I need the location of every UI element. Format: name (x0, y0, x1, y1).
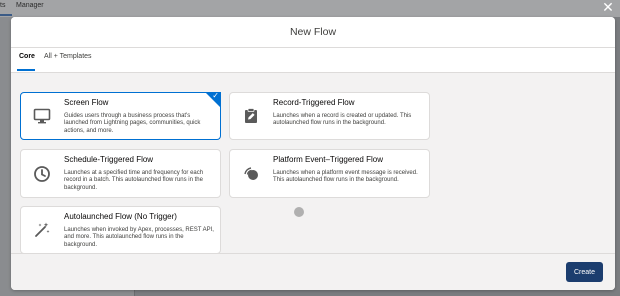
flow-card-title: Record-Triggered Flow (273, 98, 355, 107)
tab-all-templates[interactable]: All + Templates (44, 53, 92, 60)
flow-card-description: Guides users through a business process … (64, 113, 201, 134)
flow-card-autolaunched-flow[interactable]: Autolaunched Flow (No Trigger) Launches … (20, 206, 221, 254)
flow-card-description: Launches when a record is created or upd… (273, 113, 412, 127)
flow-card-platform-event-triggered-flow[interactable]: Platform Event–Triggered Flow Launches w… (229, 149, 430, 198)
cursor-indicator (294, 207, 304, 217)
flow-card-description: Launches when invoked by Apex, processes… (64, 227, 214, 248)
broadcast-icon (244, 167, 258, 180)
create-button[interactable]: Create (566, 262, 603, 282)
background-tab-manager: Manager (16, 2, 44, 9)
flow-card-screen-flow[interactable]: Screen Flow Guides users through a busin… (20, 91, 221, 140)
clock-icon (34, 166, 50, 182)
flow-card-description: Launches when a platform event message i… (273, 170, 418, 184)
flow-card-record-triggered-flow[interactable]: Record-Triggered Flow Launches when a re… (229, 92, 430, 140)
modal-title: New Flow (289, 26, 337, 38)
background-app-header: ts Manager (0, 0, 620, 17)
flow-type-grid: Screen Flow Guides users through a busin… (11, 73, 615, 254)
flow-card-title: Platform Event–Triggered Flow (273, 155, 383, 164)
flow-card-schedule-triggered-flow[interactable]: Schedule-Triggered Flow Launches at a sp… (20, 149, 221, 198)
tab-core[interactable]: Core (19, 53, 35, 60)
flow-card-title: Screen Flow (64, 98, 109, 107)
magic-wand-icon (35, 222, 50, 237)
flow-card-description: Launches at a specified time and frequen… (64, 170, 204, 191)
modal-footer: Create (11, 253, 615, 290)
flow-card-title: Autolaunched Flow (No Trigger) (64, 212, 177, 221)
flow-type-tabs: Core All + Templates (11, 48, 615, 73)
active-tab-indicator (17, 69, 35, 71)
checkmark-icon: ✓ (212, 91, 219, 100)
new-flow-modal: New Flow Core All + Templates Screen Flo… (11, 17, 615, 290)
monitor-icon (33, 108, 51, 124)
flow-card-title: Schedule-Triggered Flow (64, 155, 154, 164)
background-tab-indicator (0, 14, 12, 16)
close-icon[interactable]: ✕ (601, 0, 615, 14)
background-tab: ts (0, 2, 6, 9)
record-edit-icon (245, 108, 257, 123)
modal-header: New Flow (11, 17, 615, 48)
